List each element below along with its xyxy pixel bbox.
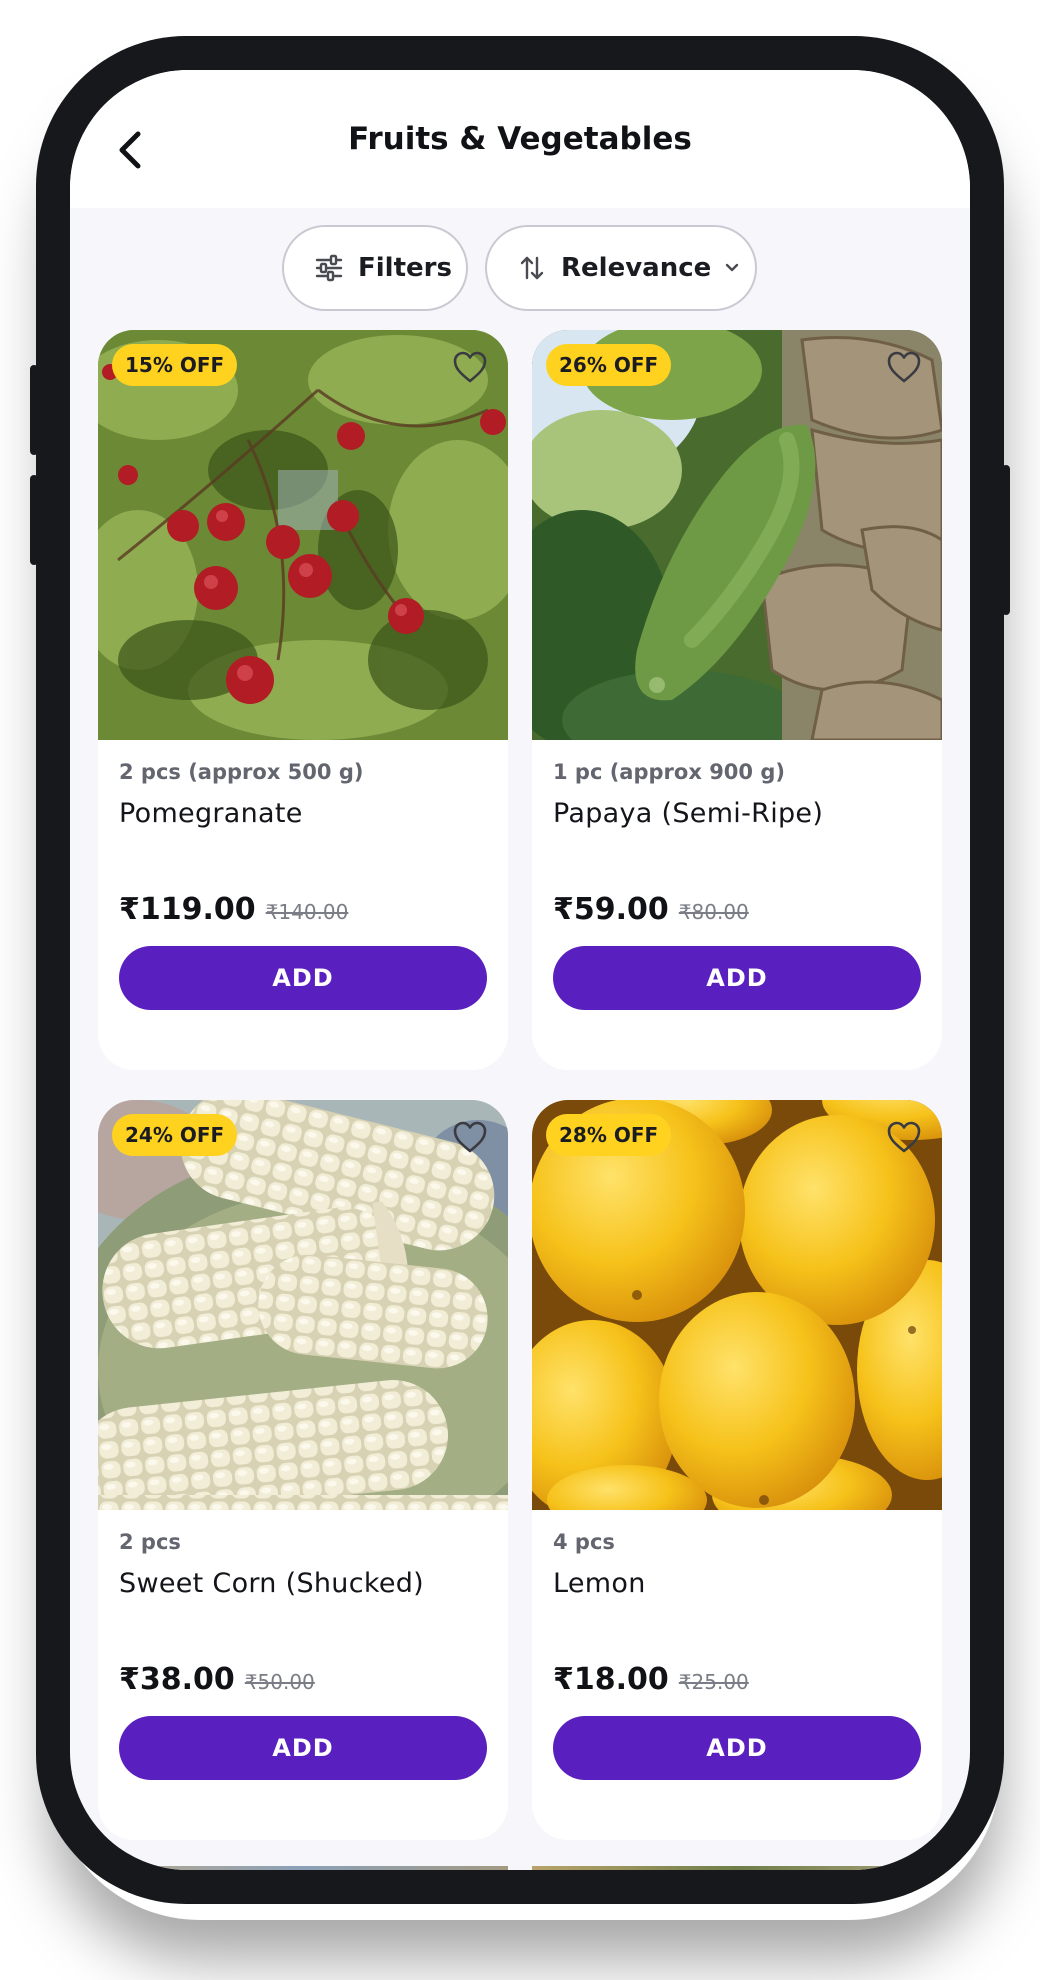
product-image-papaya[interactable] <box>532 330 942 740</box>
product-image-sweet-corn[interactable] <box>98 1100 508 1510</box>
product-card[interactable]: 26% OFF 1 pc (approx 900 g) Papaya (Semi… <box>532 330 942 1070</box>
price-row: ₹38.00 ₹50.00 <box>119 1662 315 1697</box>
product-image-pomegranate[interactable] <box>98 330 508 740</box>
chevron-down-icon <box>726 263 739 272</box>
product-quantity: 4 pcs <box>553 1530 615 1554</box>
add-button[interactable]: ADD <box>119 946 487 1010</box>
product-name: Pomegranate <box>119 798 303 829</box>
heart-icon[interactable] <box>452 1120 488 1154</box>
volume-up-button <box>30 365 38 455</box>
add-button[interactable]: ADD <box>553 1716 921 1780</box>
product-price: ₹38.00 <box>119 1662 235 1697</box>
product-card[interactable]: 28% OFF 4 pcs Lemon ₹18.00 ₹25.00 ADD <box>532 1100 942 1840</box>
volume-down-button <box>30 475 38 565</box>
app-screen: Fruits & Vegetables Filters Relevance 15… <box>70 70 970 1870</box>
page-title: Fruits & Vegetables <box>348 121 692 157</box>
price-row: ₹18.00 ₹25.00 <box>553 1662 749 1697</box>
product-name: Lemon <box>553 1568 646 1599</box>
product-quantity: 1 pc (approx 900 g) <box>553 760 785 784</box>
discount-badge: 28% OFF <box>546 1114 672 1156</box>
product-name: Papaya (Semi-Ripe) <box>553 798 824 829</box>
add-button[interactable]: ADD <box>553 946 921 1010</box>
header-bar: Fruits & Vegetables <box>70 70 970 208</box>
sort-dropdown[interactable]: Relevance <box>485 225 757 311</box>
product-mrp: ₹80.00 <box>678 900 749 924</box>
discount-badge: 24% OFF <box>112 1114 238 1156</box>
heart-icon[interactable] <box>886 350 922 384</box>
product-mrp: ₹25.00 <box>678 1670 749 1694</box>
product-mrp: ₹50.00 <box>244 1670 315 1694</box>
product-quantity: 2 pcs (approx 500 g) <box>119 760 364 784</box>
product-price: ₹119.00 <box>119 892 256 927</box>
product-quantity: 2 pcs <box>119 1530 181 1554</box>
power-button <box>1002 465 1010 615</box>
heart-icon[interactable] <box>886 1120 922 1154</box>
product-price: ₹18.00 <box>553 1662 669 1697</box>
product-mrp: ₹140.00 <box>265 900 349 924</box>
product-card[interactable]: 24% OFF 2 pcs Sweet Corn (Shucked) ₹38.0… <box>98 1100 508 1840</box>
sliders-icon <box>315 254 343 282</box>
next-row-card-peek <box>98 1866 508 1870</box>
add-button[interactable]: ADD <box>119 1716 487 1780</box>
product-card[interactable]: 15% OFF 2 pcs (approx 500 g) Pomegranate… <box>98 330 508 1070</box>
discount-badge: 26% OFF <box>546 344 672 386</box>
product-image-lemon[interactable] <box>532 1100 942 1510</box>
filters-button[interactable]: Filters <box>282 225 468 311</box>
filters-label: Filters <box>358 253 452 283</box>
discount-badge: 15% OFF <box>112 344 238 386</box>
product-name: Sweet Corn (Shucked) <box>119 1568 425 1599</box>
price-row: ₹59.00 ₹80.00 <box>553 892 749 927</box>
heart-icon[interactable] <box>452 350 488 384</box>
sort-label: Relevance <box>561 253 712 283</box>
sort-arrows-icon <box>520 256 544 280</box>
next-row-card-peek <box>532 1866 942 1870</box>
product-price: ₹59.00 <box>553 892 669 927</box>
price-row: ₹119.00 ₹140.00 <box>119 892 348 927</box>
